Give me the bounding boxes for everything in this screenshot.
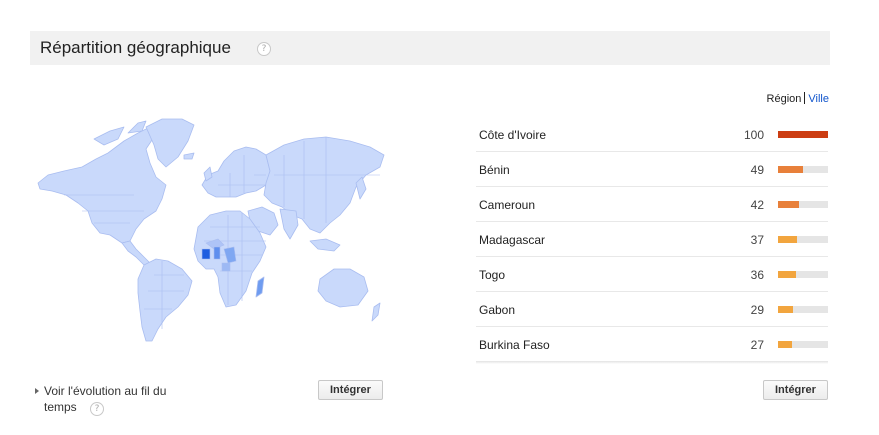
row-bar-fill [778,201,799,208]
row-bar-fill [778,271,796,278]
map-region-gabon[interactable] [221,262,231,272]
section-title: Répartition géographique [40,38,231,57]
table-bottom-fade [476,361,828,364]
map-new-zealand[interactable] [371,302,381,322]
row-value: 42 [750,198,764,212]
table-row[interactable]: Gabon 29 [476,292,828,327]
table-row[interactable]: Madagascar 37 [476,222,828,257]
row-value: 37 [750,233,764,247]
evolution-link[interactable]: Voir l'évolution au fil du temps ? [35,383,184,416]
embed-button[interactable]: Intégrer [763,380,828,400]
row-bar-track [778,166,828,173]
map-central-america[interactable] [121,240,151,266]
table-row[interactable]: Togo 36 [476,257,828,292]
embed-button[interactable]: Intégrer [318,380,383,400]
row-bar-track [778,341,828,348]
view-toggle: Région Ville [767,92,829,105]
help-icon[interactable]: ? [90,402,104,416]
row-bar-fill [778,236,797,243]
table-row[interactable]: Cameroun 42 [476,187,828,222]
map-uk[interactable] [183,152,213,182]
row-bar-track [778,201,828,208]
ranking-table: Côte d'Ivoire 100 Bénin 49 Cameroun 42 Madagas… [476,117,828,362]
map-region-benin-togo[interactable] [213,246,221,260]
expand-arrow-icon [35,388,39,394]
row-bar-track [778,306,828,313]
row-value: 100 [743,128,764,142]
map-madagascar[interactable] [255,276,265,298]
table-row[interactable]: Côte d'Ivoire 100 [476,117,828,152]
map-north-america[interactable] [37,126,167,244]
toggle-city-link[interactable]: Ville [808,93,829,105]
row-value: 29 [750,303,764,317]
row-bar-fill [778,306,793,313]
table-row[interactable]: Burkina Faso 27 [476,327,828,362]
row-value: 49 [750,163,764,177]
evolution-text: Voir l'évolution au fil du temps [44,384,167,414]
help-icon[interactable]: ? [257,42,271,56]
row-country-name[interactable]: Madagascar [479,233,545,247]
row-bar-track [778,236,828,243]
row-bar-track [778,131,828,138]
row-country-name[interactable]: Cameroun [479,198,535,212]
world-map[interactable] [34,115,386,345]
row-value: 36 [750,268,764,282]
row-country-name[interactable]: Togo [479,268,505,282]
map-europe[interactable] [201,146,271,198]
row-country-name[interactable]: Bénin [479,163,510,177]
row-country-name[interactable]: Burkina Faso [479,338,550,352]
row-bar-fill [778,166,803,173]
map-region-cote-divoire[interactable] [201,248,211,260]
map-greenland[interactable] [145,118,195,168]
table-row[interactable]: Bénin 49 [476,152,828,187]
row-country-name[interactable]: Gabon [479,303,515,317]
map-australia[interactable] [317,268,369,308]
toggle-region[interactable]: Région [767,93,802,105]
map-india[interactable] [279,208,299,240]
row-bar-fill [778,341,792,348]
row-bar-fill [778,131,828,138]
map-south-america[interactable] [137,258,193,342]
map-se-asia[interactable] [309,238,341,252]
toggle-separator [804,92,806,104]
row-country-name[interactable]: Côte d'Ivoire [479,128,546,142]
section-header: Répartition géographique ? [30,31,830,65]
row-value: 27 [750,338,764,352]
row-bar-track [778,271,828,278]
